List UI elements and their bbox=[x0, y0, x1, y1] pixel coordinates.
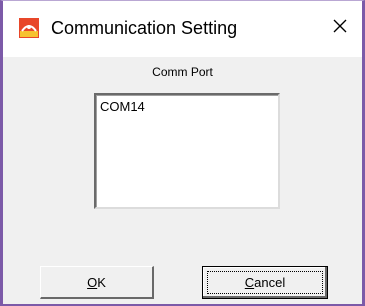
list-item[interactable]: COM14 bbox=[100, 99, 145, 114]
window-title: Communication Setting bbox=[51, 18, 238, 38]
ok-button-label: OK bbox=[87, 274, 106, 290]
comm-port-label: Comm Port bbox=[152, 65, 213, 79]
cancel-button[interactable]: Cancel bbox=[202, 266, 328, 299]
dialog-window: Communication Setting Comm Port COM14 OK… bbox=[0, 0, 365, 306]
ok-button[interactable]: OK bbox=[40, 266, 154, 299]
comm-port-listbox[interactable]: COM14 bbox=[94, 93, 280, 209]
app-icon bbox=[19, 18, 39, 38]
close-icon bbox=[333, 19, 347, 33]
dialog-body: Comm Port COM14 OK Cancel bbox=[3, 57, 362, 304]
title-bar[interactable]: Communication Setting bbox=[3, 1, 362, 57]
ok-mnemonic: O bbox=[87, 274, 98, 290]
cancel-button-label: Cancel bbox=[244, 275, 286, 290]
close-button[interactable] bbox=[318, 7, 362, 45]
cancel-mnemonic: C bbox=[244, 275, 255, 290]
